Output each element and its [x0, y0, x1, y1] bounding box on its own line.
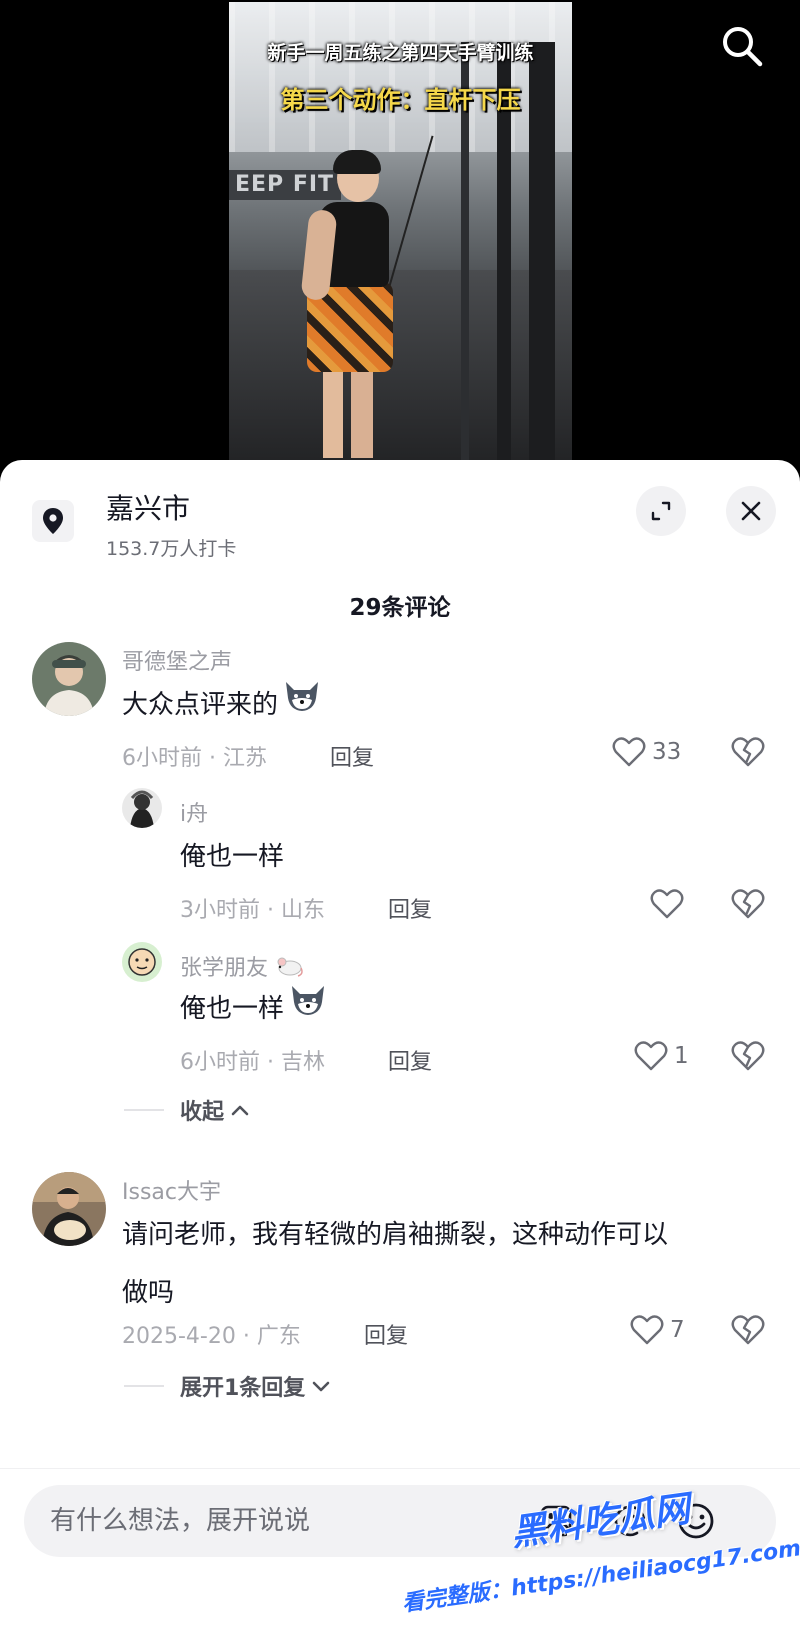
- broken-heart-icon: [731, 737, 765, 767]
- wolf-emoji-icon: [288, 981, 328, 1039]
- smiley-icon: [678, 1503, 714, 1539]
- reply-text-content: 俺也一样: [180, 994, 285, 1024]
- video-subtitle: 第三个动作：直杆下压: [280, 85, 521, 114]
- reply-text: 俺也一样: [180, 980, 328, 1039]
- reply-username[interactable]: 张学朋友: [180, 950, 304, 984]
- comment-input-bar: [0, 1468, 800, 1638]
- comment-count: 29条评论: [349, 595, 451, 621]
- dislike-button[interactable]: [731, 888, 765, 924]
- location-pin-icon: [32, 500, 74, 542]
- emoji-button[interactable]: [676, 1501, 716, 1541]
- reply-text: 俺也一样: [180, 842, 285, 872]
- video-player[interactable]: EEP FIT 新手一周五练之第四天手臂训练 第三个动作：直杆下压: [0, 0, 800, 470]
- reply-username[interactable]: i舟: [180, 796, 208, 828]
- location-name[interactable]: 嘉兴市: [106, 487, 190, 527]
- comment-text-line-1: 请问老师，我有轻微的肩袖撕裂，这种动作可以: [122, 1220, 669, 1250]
- reply-meta: 6小时前 · 吉林: [180, 1050, 325, 1075]
- heart-icon: [650, 889, 684, 919]
- comment-text: 大众点评来的: [122, 676, 322, 735]
- reply-button[interactable]: 回复: [388, 1044, 432, 1076]
- like-button[interactable]: 1: [634, 1040, 689, 1072]
- broken-heart-icon: [731, 1041, 765, 1071]
- location-checkins: 153.7万人打卡: [106, 538, 237, 560]
- dislike-button[interactable]: [731, 1040, 765, 1076]
- comment-text-line-2: 做吗: [122, 1278, 175, 1308]
- chevron-up-icon: [231, 1105, 249, 1116]
- avatar[interactable]: [32, 1172, 106, 1246]
- reply-button[interactable]: 回复: [364, 1318, 408, 1350]
- video-title: 新手一周五练之第四天手臂训练: [267, 42, 534, 64]
- broken-heart-icon: [731, 889, 765, 919]
- broken-heart-icon: [731, 1315, 765, 1345]
- expand-button[interactable]: [636, 486, 686, 536]
- video-frame[interactable]: EEP FIT 新手一周五练之第四天手臂训练 第三个动作：直杆下压: [229, 2, 572, 460]
- like-button[interactable]: [650, 888, 690, 920]
- person-figure: [277, 150, 397, 460]
- reply-button[interactable]: 回复: [330, 740, 374, 772]
- dislike-button[interactable]: [731, 736, 765, 772]
- heart-icon: [612, 737, 646, 767]
- dislike-button[interactable]: [731, 1314, 765, 1350]
- mention-button[interactable]: [610, 1501, 650, 1541]
- comment-meta: 2025-4-20 · 广东: [122, 1324, 301, 1349]
- avatar[interactable]: [32, 642, 106, 716]
- image-button[interactable]: [536, 1501, 576, 1541]
- expand-icon: [651, 501, 671, 521]
- collapse-label: 收起: [180, 1100, 225, 1125]
- comment-username[interactable]: Issac大宇: [122, 1174, 221, 1206]
- comment-input-box[interactable]: [24, 1485, 776, 1557]
- comment-text-content: 大众点评来的: [122, 690, 279, 720]
- image-icon: [540, 1505, 572, 1537]
- avatar[interactable]: [122, 942, 162, 982]
- reply-meta: 3小时前 · 山东: [180, 898, 325, 923]
- close-button[interactable]: [726, 486, 776, 536]
- comment-meta: 6小时前 · 江苏: [122, 746, 267, 771]
- like-button[interactable]: 7: [630, 1314, 685, 1346]
- heart-icon: [634, 1041, 668, 1071]
- like-button[interactable]: 33: [612, 736, 681, 768]
- comment-username[interactable]: 哥德堡之声: [122, 644, 232, 676]
- avatar[interactable]: [122, 788, 162, 828]
- search-icon: [723, 27, 763, 67]
- heart-icon: [630, 1315, 664, 1345]
- chevron-down-icon: [313, 1381, 330, 1392]
- gym-ceiling: [229, 2, 572, 152]
- wolf-emoji-icon: [282, 677, 322, 735]
- search-button[interactable]: [718, 22, 766, 70]
- collapse-replies-button[interactable]: 收起: [124, 1094, 250, 1126]
- reply-button[interactable]: 回复: [388, 892, 432, 924]
- like-count: 1: [674, 1043, 689, 1069]
- comment-input[interactable]: [50, 1485, 610, 1557]
- expand-replies-button[interactable]: 展开1条回复: [124, 1370, 331, 1402]
- comment-sheet: 嘉兴市 153.7万人打卡 29条评论 哥德堡之声 大众点评来的 6小时前 · …: [0, 460, 800, 1638]
- like-count: 33: [652, 739, 682, 765]
- expand-replies-label: 展开1条回复: [180, 1376, 306, 1401]
- divider: [124, 1109, 164, 1111]
- like-count: 7: [670, 1317, 685, 1343]
- divider: [124, 1385, 164, 1387]
- reply-username-text: 张学朋友: [180, 956, 269, 981]
- close-icon: [741, 501, 761, 521]
- at-icon: [614, 1505, 646, 1537]
